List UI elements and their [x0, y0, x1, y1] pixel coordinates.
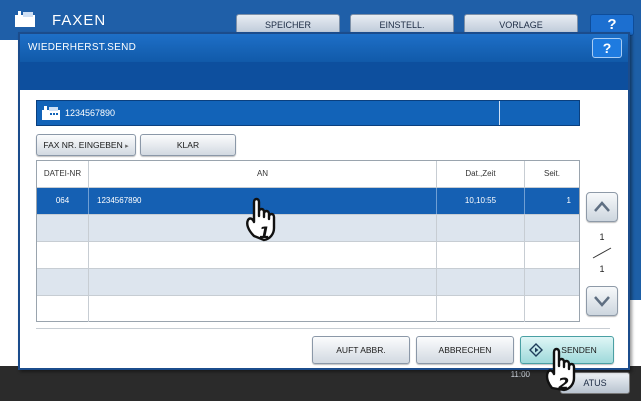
column-header-recipient: AN	[89, 161, 437, 187]
dialog-help-button[interactable]: ?	[592, 38, 622, 58]
callout-step-1: 1	[259, 223, 270, 242]
column-header-file: DATEI-NR	[37, 161, 89, 187]
empty-cell	[89, 242, 437, 268]
enter-fax-number-label: FAX NR. EINGEBEN	[43, 140, 123, 150]
app-side-strip	[630, 40, 641, 300]
recipient-field[interactable]: 1234567890	[36, 100, 580, 126]
divider	[36, 328, 610, 329]
empty-cell	[437, 215, 525, 241]
enter-fax-number-button[interactable]: FAX NR. EINGEBEN ▸	[36, 134, 136, 156]
recipient-number: 1234567890	[65, 108, 116, 118]
column-header-date: Dat.,Zeit	[437, 161, 525, 187]
recipient-divider	[499, 101, 500, 125]
dialog-message-band	[20, 62, 628, 90]
fax-icon	[15, 11, 35, 27]
empty-cell	[37, 215, 89, 241]
cancel-job-button[interactable]: AUFT ABBR.	[312, 336, 410, 364]
app-title: FAXEN	[52, 12, 107, 29]
job-table: DATEI-NR AN Dat.,Zeit Seit. 064 12345678…	[36, 160, 580, 322]
chevron-right-icon: ▸	[125, 143, 129, 150]
cell-pages: 1	[566, 196, 571, 205]
hand-pointer-icon: 2	[545, 347, 576, 392]
clear-button[interactable]: KLAR	[140, 134, 236, 156]
callout-step-2: 2	[558, 374, 569, 392]
cell-date: 10,10:55	[437, 188, 525, 214]
fax-icon	[42, 106, 60, 120]
empty-cell	[37, 242, 89, 268]
empty-cell	[89, 296, 437, 322]
dialog-title: WIEDERHERST.SEND	[28, 42, 137, 53]
table-row-empty	[37, 241, 579, 268]
empty-cell	[37, 269, 89, 295]
cell-file: 064	[37, 188, 89, 214]
clock-time: 11:00	[510, 370, 530, 379]
table-row-empty	[37, 268, 579, 295]
chevron-down-icon	[594, 296, 610, 307]
empty-cell	[437, 242, 525, 268]
cancel-button[interactable]: ABBRECHEN	[416, 336, 514, 364]
dialog-header: WIEDERHERST.SEND ?	[20, 34, 628, 62]
empty-cell	[437, 269, 525, 295]
table-row[interactable]: 064 1234567890 10,10:55 1	[37, 187, 579, 214]
empty-cell	[37, 296, 89, 322]
page-total: 1	[599, 264, 605, 274]
page-separator	[592, 247, 612, 259]
table-row-empty	[37, 214, 579, 241]
scroll-down-button[interactable]	[586, 286, 618, 316]
page-current: 1	[599, 232, 605, 242]
hand-pointer-icon: 1	[246, 197, 276, 242]
chevron-up-icon	[594, 201, 610, 212]
column-header-pages: Seit.	[525, 161, 579, 187]
empty-cell	[437, 296, 525, 322]
resend-dialog: WIEDERHERST.SEND ? 1234567890 FAX NR. EI…	[18, 32, 630, 370]
empty-cell	[89, 269, 437, 295]
scroll-up-button[interactable]	[586, 192, 618, 222]
table-row-empty	[37, 295, 579, 322]
